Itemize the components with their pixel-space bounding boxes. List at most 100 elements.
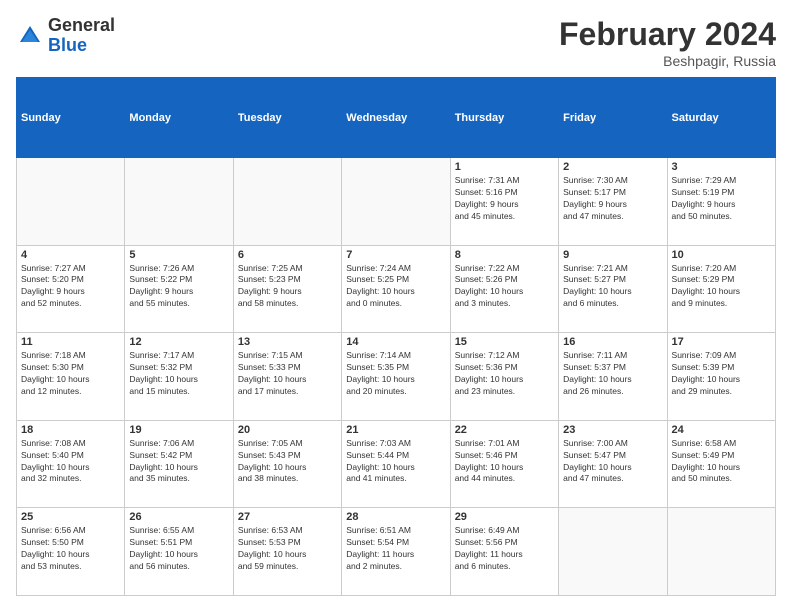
day-number: 28	[346, 511, 445, 523]
day-info: Sunrise: 7:21 AM Sunset: 5:27 PM Dayligh…	[563, 263, 662, 311]
calendar-cell: 20 Sunrise: 7:05 AM Sunset: 5:43 PM Dayli…	[233, 420, 341, 508]
calendar-cell: 23 Sunrise: 7:00 AM Sunset: 5:47 PM Dayli…	[559, 420, 667, 508]
day-info: Sunrise: 7:20 AM Sunset: 5:29 PM Dayligh…	[672, 263, 771, 311]
logo-blue: Blue	[48, 36, 115, 56]
calendar-cell: 10 Sunrise: 7:20 AM Sunset: 5:29 PM Dayli…	[667, 245, 775, 333]
day-info: Sunrise: 7:22 AM Sunset: 5:26 PM Dayligh…	[455, 263, 554, 311]
calendar-cell: 15 Sunrise: 7:12 AM Sunset: 5:36 PM Dayli…	[450, 333, 558, 421]
calendar-cell: 13 Sunrise: 7:15 AM Sunset: 5:33 PM Dayli…	[233, 333, 341, 421]
calendar-week-1: 1 Sunrise: 7:31 AM Sunset: 5:16 PM Daylig…	[17, 158, 776, 246]
day-number: 26	[129, 511, 228, 523]
calendar-cell: 2Sunrise: 7:30 AM Sunset: 5:17 PM Daylig…	[559, 158, 667, 246]
location-title: Beshpagir, Russia	[559, 53, 776, 69]
day-info: Sunrise: 6:53 AM Sunset: 5:53 PM Dayligh…	[238, 525, 337, 573]
day-info: Sunrise: 7:11 AM Sunset: 5:37 PM Dayligh…	[563, 350, 662, 398]
day-number: 24	[672, 424, 771, 436]
calendar-cell: 21 Sunrise: 7:03 AM Sunset: 5:44 PM Dayli…	[342, 420, 450, 508]
calendar-cell	[667, 508, 775, 596]
day-info: Sunrise: 7:29 AM Sunset: 5:19 PM Dayligh…	[672, 175, 771, 223]
day-number: 19	[129, 424, 228, 436]
day-number: 3	[672, 161, 771, 173]
day-info: Sunrise: 7:01 AM Sunset: 5:46 PM Dayligh…	[455, 438, 554, 486]
calendar-cell: 19 Sunrise: 7:06 AM Sunset: 5:42 PM Dayli…	[125, 420, 233, 508]
day-info: Sunrise: 7:25 AM Sunset: 5:23 PM Dayligh…	[238, 263, 337, 311]
header: General Blue February 2024 Beshpagir, Ru…	[16, 16, 776, 69]
day-number: 20	[238, 424, 337, 436]
calendar: Sunday Monday Tuesday Wednesday Thursday…	[16, 77, 776, 596]
calendar-cell: 11Sunrise: 7:18 AM Sunset: 5:30 PM Dayli…	[17, 333, 125, 421]
day-number: 13	[238, 336, 337, 348]
day-number: 1	[455, 161, 554, 173]
calendar-cell: 17 Sunrise: 7:09 AM Sunset: 5:39 PM Dayli…	[667, 333, 775, 421]
calendar-cell: 16 Sunrise: 7:11 AM Sunset: 5:37 PM Dayli…	[559, 333, 667, 421]
calendar-cell: 9Sunrise: 7:21 AM Sunset: 5:27 PM Daylig…	[559, 245, 667, 333]
day-info: Sunrise: 6:49 AM Sunset: 5:56 PM Dayligh…	[455, 525, 554, 573]
calendar-cell: 26 Sunrise: 6:55 AM Sunset: 5:51 PM Dayli…	[125, 508, 233, 596]
day-info: Sunrise: 7:26 AM Sunset: 5:22 PM Dayligh…	[129, 263, 228, 311]
day-number: 18	[21, 424, 120, 436]
day-number: 17	[672, 336, 771, 348]
day-info: Sunrise: 7:15 AM Sunset: 5:33 PM Dayligh…	[238, 350, 337, 398]
calendar-cell: 6 Sunrise: 7:25 AM Sunset: 5:23 PM Daylig…	[233, 245, 341, 333]
col-sunday: Sunday	[17, 78, 125, 158]
day-number: 22	[455, 424, 554, 436]
day-info: Sunrise: 7:14 AM Sunset: 5:35 PM Dayligh…	[346, 350, 445, 398]
calendar-cell: 29 Sunrise: 6:49 AM Sunset: 5:56 PM Dayli…	[450, 508, 558, 596]
day-info: Sunrise: 7:00 AM Sunset: 5:47 PM Dayligh…	[563, 438, 662, 486]
calendar-cell: 25 Sunrise: 6:56 AM Sunset: 5:50 PM Dayli…	[17, 508, 125, 596]
title-block: February 2024 Beshpagir, Russia	[559, 16, 776, 69]
day-number: 21	[346, 424, 445, 436]
logo-text: General Blue	[48, 16, 115, 56]
calendar-week-3: 11Sunrise: 7:18 AM Sunset: 5:30 PM Dayli…	[17, 333, 776, 421]
calendar-week-5: 25 Sunrise: 6:56 AM Sunset: 5:50 PM Dayli…	[17, 508, 776, 596]
day-number: 14	[346, 336, 445, 348]
day-info: Sunrise: 7:17 AM Sunset: 5:32 PM Dayligh…	[129, 350, 228, 398]
day-info: Sunrise: 7:06 AM Sunset: 5:42 PM Dayligh…	[129, 438, 228, 486]
calendar-cell	[17, 158, 125, 246]
day-number: 6	[238, 249, 337, 261]
day-number: 15	[455, 336, 554, 348]
calendar-cell: 24 Sunrise: 6:58 AM Sunset: 5:49 PM Dayli…	[667, 420, 775, 508]
logo: General Blue	[16, 16, 115, 56]
day-info: Sunrise: 6:58 AM Sunset: 5:49 PM Dayligh…	[672, 438, 771, 486]
day-number: 7	[346, 249, 445, 261]
day-number: 10	[672, 249, 771, 261]
day-number: 5	[129, 249, 228, 261]
page: General Blue February 2024 Beshpagir, Ru…	[0, 0, 792, 612]
calendar-cell: 5 Sunrise: 7:26 AM Sunset: 5:22 PM Daylig…	[125, 245, 233, 333]
day-number: 25	[21, 511, 120, 523]
day-info: Sunrise: 7:12 AM Sunset: 5:36 PM Dayligh…	[455, 350, 554, 398]
col-monday: Monday	[125, 78, 233, 158]
calendar-cell: 27 Sunrise: 6:53 AM Sunset: 5:53 PM Dayli…	[233, 508, 341, 596]
day-number: 27	[238, 511, 337, 523]
day-info: Sunrise: 6:51 AM Sunset: 5:54 PM Dayligh…	[346, 525, 445, 573]
calendar-cell	[233, 158, 341, 246]
col-wednesday: Wednesday	[342, 78, 450, 158]
day-info: Sunrise: 7:05 AM Sunset: 5:43 PM Dayligh…	[238, 438, 337, 486]
col-saturday: Saturday	[667, 78, 775, 158]
day-number: 29	[455, 511, 554, 523]
calendar-cell: 28 Sunrise: 6:51 AM Sunset: 5:54 PM Dayli…	[342, 508, 450, 596]
calendar-cell: 3 Sunrise: 7:29 AM Sunset: 5:19 PM Daylig…	[667, 158, 775, 246]
calendar-week-4: 18 Sunrise: 7:08 AM Sunset: 5:40 PM Dayli…	[17, 420, 776, 508]
day-number: 23	[563, 424, 662, 436]
day-info: Sunrise: 7:30 AM Sunset: 5:17 PM Dayligh…	[563, 175, 662, 223]
day-info: Sunrise: 6:56 AM Sunset: 5:50 PM Dayligh…	[21, 525, 120, 573]
day-info: Sunrise: 7:08 AM Sunset: 5:40 PM Dayligh…	[21, 438, 120, 486]
day-info: Sunrise: 7:18 AM Sunset: 5:30 PM Dayligh…	[21, 350, 120, 398]
day-number: 4	[21, 249, 120, 261]
col-thursday: Thursday	[450, 78, 558, 158]
day-info: Sunrise: 6:55 AM Sunset: 5:51 PM Dayligh…	[129, 525, 228, 573]
calendar-cell: 18 Sunrise: 7:08 AM Sunset: 5:40 PM Dayli…	[17, 420, 125, 508]
day-info: Sunrise: 7:31 AM Sunset: 5:16 PM Dayligh…	[455, 175, 554, 223]
day-info: Sunrise: 7:24 AM Sunset: 5:25 PM Dayligh…	[346, 263, 445, 311]
day-number: 16	[563, 336, 662, 348]
day-info: Sunrise: 7:27 AM Sunset: 5:20 PM Dayligh…	[21, 263, 120, 311]
day-number: 12	[129, 336, 228, 348]
col-friday: Friday	[559, 78, 667, 158]
day-info: Sunrise: 7:03 AM Sunset: 5:44 PM Dayligh…	[346, 438, 445, 486]
calendar-cell	[125, 158, 233, 246]
day-info: Sunrise: 7:09 AM Sunset: 5:39 PM Dayligh…	[672, 350, 771, 398]
calendar-cell: 1 Sunrise: 7:31 AM Sunset: 5:16 PM Daylig…	[450, 158, 558, 246]
month-title: February 2024	[559, 16, 776, 53]
